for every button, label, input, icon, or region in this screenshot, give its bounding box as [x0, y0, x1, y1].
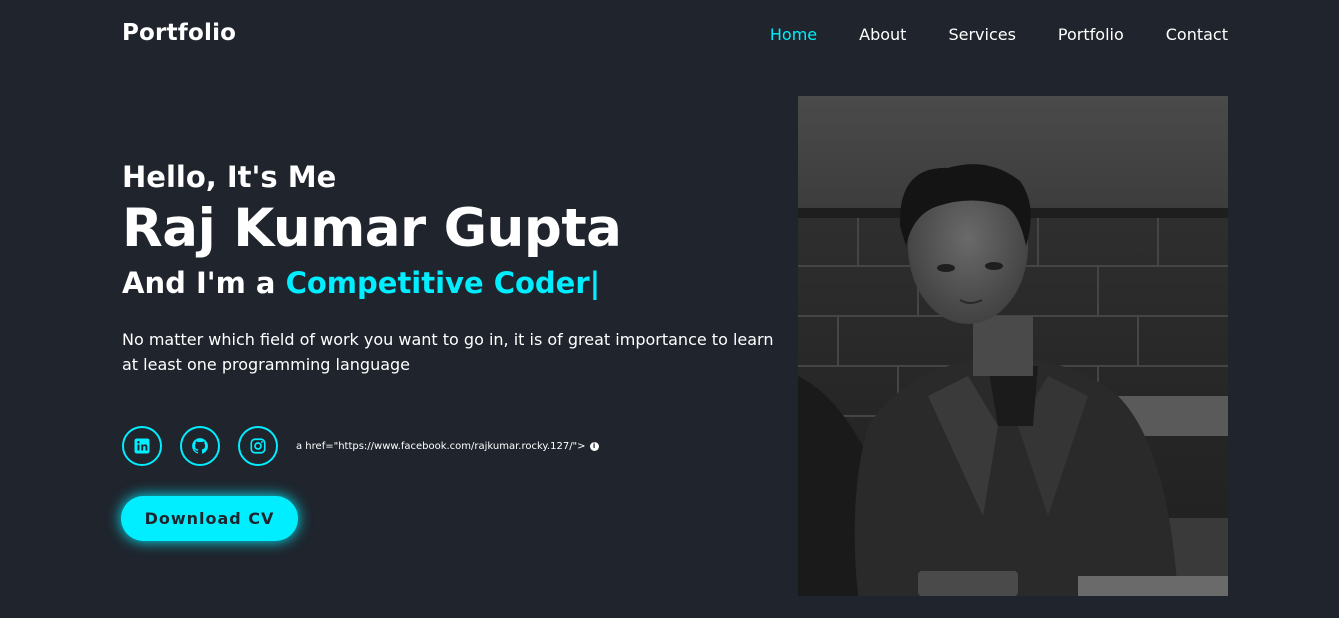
role-prefix: And I'm a [122, 265, 286, 300]
logo[interactable]: Portfolio [122, 20, 236, 46]
hero-content: Hello, It's Me Raj Kumar Gupta And I'm a… [122, 160, 792, 377]
github-icon [191, 437, 209, 455]
main-nav: Home About Services Portfolio Contact [728, 25, 1228, 44]
greeting: Hello, It's Me [122, 160, 337, 194]
linkedin-icon [133, 437, 151, 455]
instagram-icon [249, 437, 267, 455]
hero-name: Raj Kumar Gupta [122, 197, 622, 259]
nav-about[interactable]: About [859, 25, 906, 44]
nav-portfolio[interactable]: Portfolio [1058, 25, 1124, 44]
github-link[interactable] [180, 426, 220, 466]
facebook-markup-text: a href="https://www.facebook.com/rajkuma… [296, 440, 586, 452]
nav-services[interactable]: Services [948, 25, 1015, 44]
facebook-stray-text: a href="https://www.facebook.com/rajkuma… [296, 441, 599, 452]
profile-photo [798, 96, 1228, 596]
typing-cursor: | [589, 265, 601, 300]
linkedin-link[interactable] [122, 426, 162, 466]
instagram-link[interactable] [238, 426, 278, 466]
site-header: Portfolio Home About Services Portfolio … [0, 0, 1339, 72]
nav-home[interactable]: Home [770, 25, 817, 44]
hero-description: No matter which field of work you want t… [122, 329, 774, 374]
role-line: And I'm a Competitive Coder| [122, 266, 792, 301]
info-icon[interactable]: i [589, 441, 599, 451]
nav-contact[interactable]: Contact [1166, 25, 1228, 44]
download-cv-button[interactable]: Download CV [121, 496, 298, 541]
social-links: a href="https://www.facebook.com/rajkuma… [122, 426, 599, 466]
role-highlight: Competitive Coder [285, 265, 590, 300]
